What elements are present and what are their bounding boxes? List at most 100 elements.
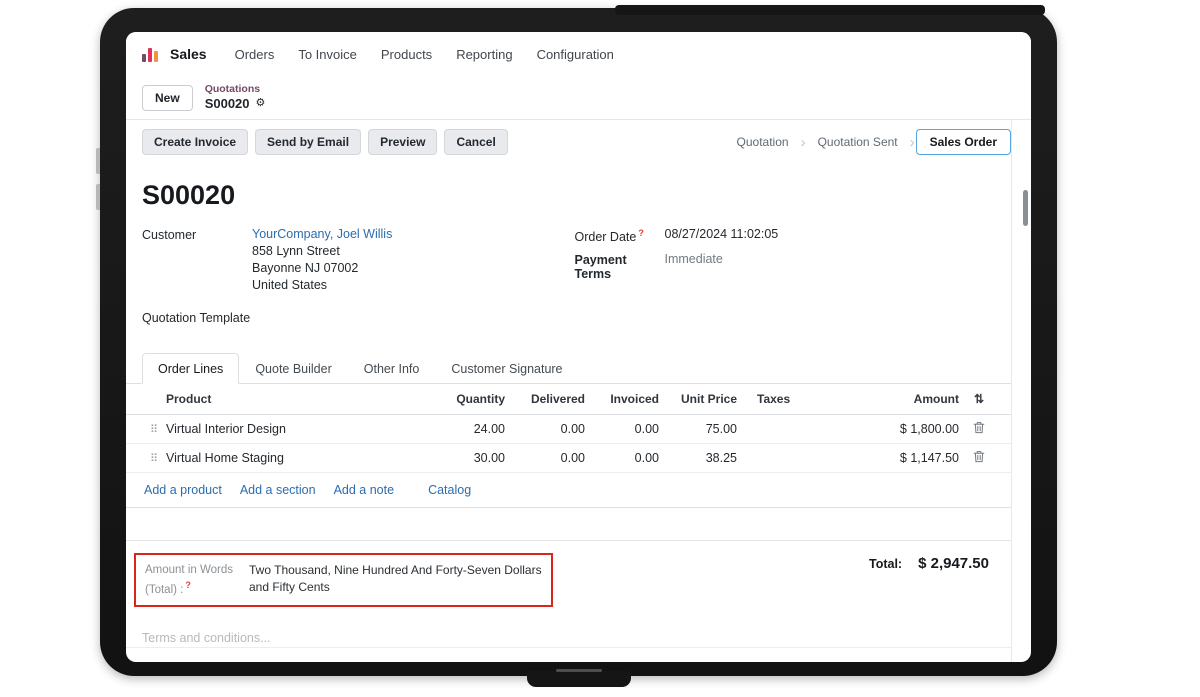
cell-delivered[interactable]: 0.00 bbox=[509, 451, 589, 465]
terms-placeholder[interactable]: Terms and conditions... bbox=[142, 631, 995, 645]
tab-customer-signature[interactable]: Customer Signature bbox=[435, 353, 578, 384]
gear-icon[interactable]: ⚙ bbox=[256, 97, 266, 110]
cell-unit-price[interactable]: 75.00 bbox=[663, 422, 741, 436]
customer-address-line: 858 Lynn Street bbox=[252, 244, 392, 258]
cell-delivered[interactable]: 0.00 bbox=[509, 422, 589, 436]
action-buttons: Create Invoice Send by Email Preview Can… bbox=[142, 129, 508, 155]
amount-in-words-label-line1: Amount in Words bbox=[145, 562, 239, 579]
col-amount: Amount bbox=[845, 392, 963, 406]
tab-other-info[interactable]: Other Info bbox=[348, 353, 436, 384]
tab-quote-builder[interactable]: Quote Builder bbox=[239, 353, 347, 384]
sales-app-icon[interactable] bbox=[142, 46, 158, 62]
cell-amount: $ 1,800.00 bbox=[845, 422, 963, 436]
cell-invoiced[interactable]: 0.00 bbox=[589, 451, 663, 465]
order-date-value[interactable]: 08/27/2024 11:02:05 bbox=[665, 227, 779, 244]
tablet-side-button bbox=[96, 184, 100, 210]
main-menu: Orders To Invoice Products Reporting Con… bbox=[235, 47, 614, 62]
amount-in-words-value: Two Thousand, Nine Hundred And Forty-Sev… bbox=[249, 562, 542, 598]
customer-address-line: United States bbox=[252, 278, 392, 292]
order-date-label-text: Order Date bbox=[575, 230, 637, 244]
breadcrumb-bar: New Quotations S00020 ⚙ bbox=[126, 76, 1031, 120]
page-background: Sales Orders To Invoice Products Reporti… bbox=[0, 0, 1200, 697]
col-product: Product bbox=[166, 392, 421, 406]
preview-button[interactable]: Preview bbox=[368, 129, 437, 155]
app-name[interactable]: Sales bbox=[170, 46, 207, 62]
stage-quotation-sent[interactable]: Quotation Sent bbox=[807, 131, 909, 153]
menu-reporting[interactable]: Reporting bbox=[456, 47, 512, 62]
trash-icon[interactable] bbox=[973, 421, 985, 434]
drag-handle-icon[interactable]: ⠿ bbox=[142, 452, 166, 465]
order-line-row[interactable]: ⠿ Virtual Home Staging 30.00 0.00 0.00 3… bbox=[126, 444, 1011, 473]
tablet-side-button bbox=[96, 148, 100, 174]
chevron-right-icon: › bbox=[801, 134, 806, 151]
amount-in-words-highlight: Amount in Words (Total) :? Two Thousand,… bbox=[134, 553, 553, 607]
add-section-link[interactable]: Add a section bbox=[240, 483, 316, 497]
menu-orders[interactable]: Orders bbox=[235, 47, 275, 62]
tablet-top-edge bbox=[615, 5, 1045, 15]
total-value: $ 2,947.50 bbox=[918, 555, 989, 572]
order-date-label: Order Date? bbox=[575, 227, 665, 244]
col-unit-price: Unit Price bbox=[663, 392, 741, 406]
help-icon: ? bbox=[638, 228, 644, 238]
totals-divider bbox=[126, 540, 1011, 541]
cell-amount: $ 1,147.50 bbox=[845, 451, 963, 465]
menu-to-invoice[interactable]: To Invoice bbox=[298, 47, 357, 62]
new-button[interactable]: New bbox=[142, 85, 193, 111]
payment-terms-label: Payment Terms bbox=[575, 252, 665, 281]
cell-product[interactable]: Virtual Home Staging bbox=[166, 451, 421, 465]
catalog-link[interactable]: Catalog bbox=[428, 483, 471, 497]
send-by-email-button[interactable]: Send by Email bbox=[255, 129, 361, 155]
app-window: Sales Orders To Invoice Products Reporti… bbox=[126, 32, 1031, 662]
tab-order-lines[interactable]: Order Lines bbox=[142, 353, 239, 384]
customer-label: Customer bbox=[142, 227, 252, 292]
amount-in-words-label: Amount in Words (Total) :? bbox=[145, 562, 239, 598]
create-invoice-button[interactable]: Create Invoice bbox=[142, 129, 248, 155]
top-navbar: Sales Orders To Invoice Products Reporti… bbox=[126, 32, 1031, 76]
cell-quantity[interactable]: 30.00 bbox=[421, 451, 509, 465]
menu-configuration[interactable]: Configuration bbox=[537, 47, 614, 62]
notebook-tabs: Order Lines Quote Builder Other Info Cus… bbox=[126, 353, 1011, 384]
sort-icon[interactable]: ⇅ bbox=[974, 392, 984, 406]
drag-handle-icon[interactable]: ⠿ bbox=[142, 423, 166, 436]
trash-icon[interactable] bbox=[973, 450, 985, 463]
stage-sales-order[interactable]: Sales Order bbox=[916, 129, 1011, 155]
add-product-link[interactable]: Add a product bbox=[144, 483, 222, 497]
cell-unit-price[interactable]: 38.25 bbox=[663, 451, 741, 465]
breadcrumb-quotations-link[interactable]: Quotations bbox=[205, 83, 266, 96]
tablet-frame: Sales Orders To Invoice Products Reporti… bbox=[100, 8, 1057, 676]
form-fields: Customer YourCompany, Joel Willis 858 Ly… bbox=[142, 227, 995, 333]
home-indicator bbox=[556, 669, 602, 672]
table-header-row: Product Quantity Delivered Invoiced Unit… bbox=[126, 384, 1011, 415]
order-total: Total: $ 2,947.50 bbox=[869, 555, 995, 572]
app-icon-bar bbox=[148, 48, 152, 62]
cell-product[interactable]: Virtual Interior Design bbox=[166, 422, 421, 436]
cancel-button[interactable]: Cancel bbox=[444, 129, 507, 155]
breadcrumb: Quotations S00020 ⚙ bbox=[205, 83, 266, 111]
col-taxes: Taxes bbox=[741, 392, 845, 406]
amount-in-words-line2: and Fifty Cents bbox=[249, 579, 542, 596]
line-actions: Add a product Add a section Add a note C… bbox=[126, 473, 1011, 508]
amount-in-words-label-line2: (Total) : bbox=[145, 584, 183, 596]
form-sheet: S00020 Customer YourCompany, Joel Willis… bbox=[126, 164, 1011, 648]
customer-address-line: Bayonne NJ 07002 bbox=[252, 261, 392, 275]
total-label: Total: bbox=[869, 557, 902, 571]
payment-terms-value[interactable]: Immediate bbox=[665, 252, 723, 281]
customer-field: YourCompany, Joel Willis 858 Lynn Street… bbox=[252, 227, 392, 292]
quotation-template-label[interactable]: Quotation Template bbox=[142, 310, 250, 325]
stage-quotation[interactable]: Quotation bbox=[726, 131, 800, 153]
menu-products[interactable]: Products bbox=[381, 47, 432, 62]
breadcrumb-current-row: S00020 ⚙ bbox=[205, 96, 266, 112]
cell-quantity[interactable]: 24.00 bbox=[421, 422, 509, 436]
order-line-row[interactable]: ⠿ Virtual Interior Design 24.00 0.00 0.0… bbox=[126, 415, 1011, 444]
content-area: Create Invoice Send by Email Preview Can… bbox=[126, 120, 1012, 662]
scrollbar-thumb[interactable] bbox=[1023, 190, 1028, 226]
col-quantity: Quantity bbox=[421, 392, 509, 406]
add-note-link[interactable]: Add a note bbox=[334, 483, 394, 497]
help-icon: ? bbox=[185, 580, 191, 590]
order-title: S00020 bbox=[142, 180, 995, 211]
col-invoiced: Invoiced bbox=[589, 392, 663, 406]
app-icon-bar bbox=[154, 51, 158, 62]
cell-invoiced[interactable]: 0.00 bbox=[589, 422, 663, 436]
customer-link[interactable]: YourCompany, Joel Willis bbox=[252, 227, 392, 241]
chevron-right-icon: › bbox=[910, 134, 915, 151]
